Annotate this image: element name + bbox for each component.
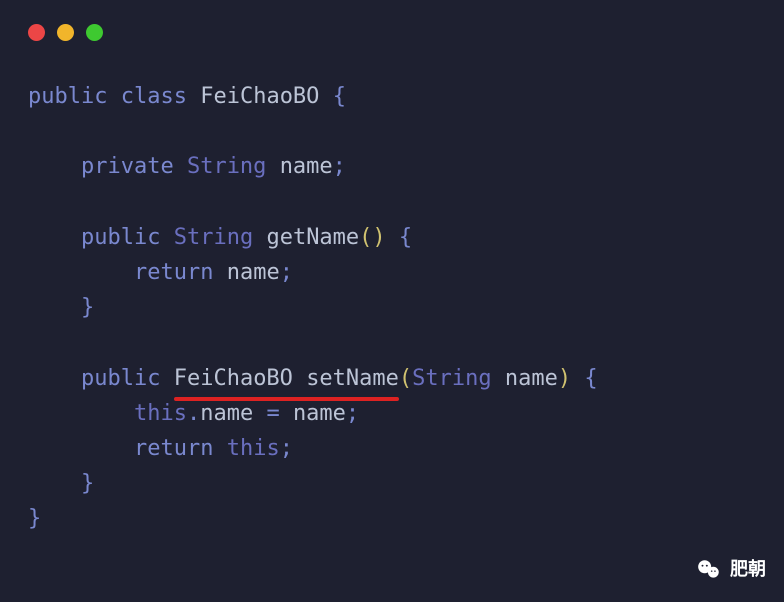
rhs-name: name — [293, 401, 346, 426]
paren-close: ) — [558, 366, 571, 391]
brace-close: } — [28, 506, 41, 531]
watermark: 肥朝 — [696, 555, 766, 584]
brace-close: } — [81, 471, 94, 496]
keyword-return: return — [134, 260, 213, 285]
paren-open: ( — [359, 225, 372, 250]
param-name: name — [505, 366, 558, 391]
maximize-dot — [86, 24, 103, 41]
semicolon: ; — [280, 260, 293, 285]
return-type: FeiChaoBO — [174, 366, 293, 391]
method-getname: getName — [266, 225, 359, 250]
window-titlebar — [0, 0, 784, 41]
watermark-text: 肥朝 — [730, 555, 766, 584]
field-ref: name — [200, 401, 253, 426]
return-name: name — [227, 260, 280, 285]
minimize-dot — [57, 24, 74, 41]
keyword-this: this — [227, 436, 280, 461]
semicolon: ; — [346, 401, 359, 426]
wechat-icon — [696, 557, 722, 583]
brace-open: { — [399, 225, 412, 250]
keyword-public: public — [28, 84, 107, 109]
code-block: public class FeiChaoBO { private String … — [0, 41, 784, 536]
keyword-private: private — [81, 154, 174, 179]
red-underline — [174, 397, 399, 401]
semicolon: ; — [280, 436, 293, 461]
keyword-return: return — [134, 436, 213, 461]
keyword-this: this — [134, 401, 187, 426]
type-string: String — [187, 154, 266, 179]
keyword-public: public — [81, 366, 160, 391]
class-name: FeiChaoBO — [200, 84, 319, 109]
paren-open: ( — [399, 366, 412, 391]
param-type: String — [412, 366, 491, 391]
type-string: String — [174, 225, 253, 250]
underlined-signature: FeiChaoBO setName — [174, 361, 399, 396]
equals: = — [266, 401, 279, 426]
paren-close: ) — [372, 225, 385, 250]
close-dot — [28, 24, 45, 41]
keyword-public: public — [81, 225, 160, 250]
brace-open: { — [333, 84, 346, 109]
dot-op: . — [187, 401, 200, 426]
field-name: name — [280, 154, 333, 179]
method-setname: setName — [306, 366, 399, 391]
keyword-class: class — [121, 84, 187, 109]
semicolon: ; — [333, 154, 346, 179]
brace-close: } — [81, 295, 94, 320]
brace-open: { — [584, 366, 597, 391]
